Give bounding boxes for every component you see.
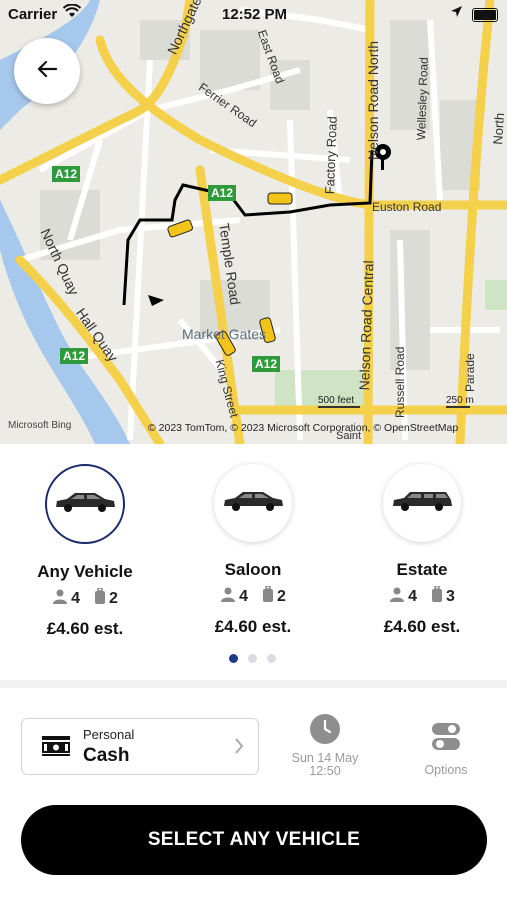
options-button[interactable]: Options [410, 722, 482, 777]
vehicle-option-saloon[interactable]: Saloon 4 2 £4.60 est. [173, 464, 333, 637]
car-icon [390, 489, 454, 518]
select-vehicle-button[interactable]: SELECT ANY VEHICLE [21, 805, 487, 875]
vehicle-option-any[interactable]: Any Vehicle 4 2 £4.60 est. [5, 464, 165, 639]
street-label: Parade [463, 353, 477, 392]
status-bar: Carrier 12:52 PM [0, 0, 507, 30]
vehicle-avatar[interactable] [45, 464, 125, 544]
page-dot[interactable] [267, 654, 276, 663]
street-label: Russell Road [393, 346, 407, 418]
page-dot[interactable] [248, 654, 257, 663]
clock-time: 12:52 PM [222, 6, 288, 23]
car-icon [221, 489, 285, 518]
wifi-icon [62, 3, 82, 22]
vehicle-price: £4.60 est. [214, 617, 292, 636]
street-label: North Drive [490, 112, 507, 147]
chevron-right-icon [234, 737, 244, 760]
car-icon [53, 490, 117, 519]
map-copyright: © 2023 TomTom, © 2023 Microsoft Corporat… [148, 422, 459, 434]
vehicle-selector: Any Vehicle 4 2 £4.60 est. Saloon 4 2 £4… [0, 444, 507, 680]
place-label: Market Gates [182, 326, 267, 342]
vehicle-avatar[interactable] [214, 464, 292, 542]
road-badge: A12 [55, 167, 78, 181]
luggage-icon [262, 585, 274, 607]
person-icon [52, 588, 68, 609]
divider [0, 680, 507, 688]
options-label: Options [424, 763, 468, 777]
scale-m: 250 m [446, 395, 474, 406]
clock-icon [310, 714, 340, 744]
vehicle-price: £4.60 est. [46, 619, 124, 638]
cash-icon [42, 736, 70, 761]
battery-icon [472, 8, 498, 22]
arrow-left-icon [37, 60, 58, 83]
pickup-time-button[interactable]: Sun 14 May 12:50 [280, 714, 370, 778]
page-indicator[interactable] [229, 654, 276, 663]
vehicle-name: Estate [396, 560, 448, 579]
vehicle-option-estate[interactable]: Estate 4 3 £4.60 est. [342, 464, 502, 637]
page-dot[interactable] [229, 654, 238, 663]
luggage-icon [94, 587, 106, 609]
street-label: Wellesley Road [414, 56, 431, 141]
back-button[interactable] [14, 38, 80, 104]
location-arrow-icon [450, 5, 463, 22]
street-label: Nelson Road North [365, 40, 381, 160]
toggle-icon [431, 722, 461, 755]
person-icon [389, 586, 405, 607]
vehicle-capacity: 4 2 [173, 585, 333, 607]
pickup-time: 12:50 [309, 764, 341, 778]
vehicle-name: Saloon [224, 560, 282, 579]
vehicle-capacity: 4 2 [5, 587, 165, 609]
payment-method-selector[interactable]: Personal Cash [21, 718, 259, 775]
payment-method-label: Cash [83, 745, 130, 766]
road-badge: A12 [63, 349, 86, 363]
person-icon [220, 586, 236, 607]
payment-account-type: Personal [83, 727, 135, 742]
scale-feet: 500 feet [318, 395, 355, 406]
carrier-label: Carrier [8, 6, 58, 23]
vehicle-capacity: 4 3 [342, 585, 502, 607]
vehicle-price: £4.60 est. [383, 617, 461, 636]
map-provider: Microsoft Bing [8, 420, 72, 431]
vehicle-name: Any Vehicle [37, 562, 133, 581]
road-badge: A12 [255, 357, 278, 371]
vehicle-avatar[interactable] [383, 464, 461, 542]
street-label: Euston Road [372, 200, 442, 214]
luggage-icon [431, 585, 443, 607]
street-label: Factory Road [322, 116, 340, 195]
road-badge: A12 [211, 186, 234, 200]
